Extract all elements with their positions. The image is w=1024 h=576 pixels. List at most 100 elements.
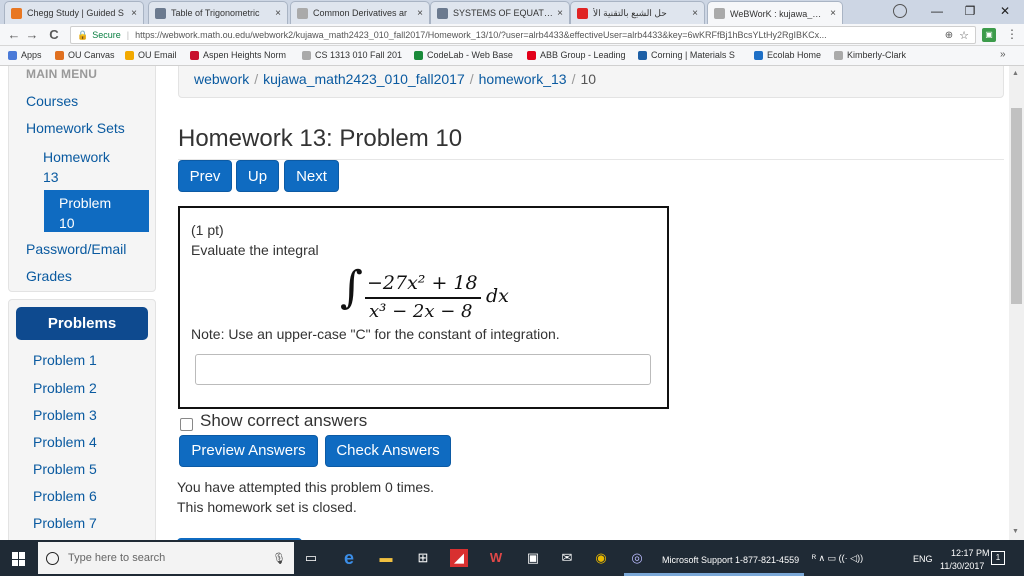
problem-link[interactable]: Problem 2	[33, 380, 97, 396]
system-tray-icons[interactable]: ᴿ ∧ ▭ ((· ◁))	[812, 553, 863, 564]
bookmark-codelab[interactable]: CodeLab - Web Base	[414, 50, 513, 60]
edge-browser-icon[interactable]: e	[340, 549, 358, 567]
media-player-icon[interactable]: ◎	[628, 549, 646, 567]
bookmark-kimberly-clark[interactable]: Kimberly-Clark	[834, 50, 906, 60]
forward-arrow-icon[interactable]: →	[24, 27, 40, 43]
integral-sign: ∫	[340, 262, 363, 313]
mcafee-shield-icon[interactable]: W	[487, 549, 505, 567]
bookmark-apps[interactable]: Apps	[8, 50, 42, 60]
input-language-indicator[interactable]: ENG	[913, 554, 933, 564]
scroll-up-arrow-icon[interactable]: ▲	[1012, 70, 1019, 77]
task-view-icon[interactable]: ▭	[302, 549, 320, 567]
close-tab-icon[interactable]: ×	[131, 8, 137, 19]
red-app-icon[interactable]: ◢	[450, 549, 468, 567]
close-tab-icon[interactable]: ×	[692, 8, 698, 19]
up-button[interactable]: Up	[236, 160, 279, 192]
device-app-icon[interactable]: ▣	[524, 549, 542, 567]
problem-link[interactable]: Problem 4	[33, 434, 97, 450]
bookmark-ou-email[interactable]: OU Email	[125, 50, 177, 60]
zoom-icon[interactable]: ⊕	[945, 30, 953, 41]
breadcrumb-current: 10	[580, 71, 597, 87]
show-correct-answers-checkbox[interactable]	[180, 418, 193, 431]
problem-note: Note: Use an upper-case "C" for the cons…	[191, 326, 560, 342]
menu-link-homework-13[interactable]: Homework 13	[43, 147, 110, 187]
browser-tab-trig-table[interactable]: Table of Trigonometric ×	[148, 1, 288, 24]
close-tab-icon[interactable]: ×	[830, 8, 836, 19]
scroll-down-arrow-icon[interactable]: ▼	[1012, 528, 1019, 535]
menu-link-homework-sets[interactable]: Homework Sets	[26, 120, 125, 136]
clock-time[interactable]: 12:17 PM	[951, 548, 990, 558]
reload-icon[interactable]: C	[46, 27, 62, 43]
menu-link-problem-10-active[interactable]: Problem 10	[44, 190, 149, 232]
check-answers-button[interactable]: Check Answers	[325, 435, 451, 467]
breadcrumb-link-webwork[interactable]: webwork	[194, 71, 249, 87]
menu-link-label: 13	[43, 169, 59, 185]
breadcrumb-separator: /	[469, 71, 474, 87]
bookmark-corning[interactable]: Corning | Materials S	[638, 50, 735, 60]
browser-tab-strip: Chegg Study | Guided S × Table of Trigon…	[0, 0, 1024, 25]
taskbar-active-window-label[interactable]: Microsoft Support 1-877-821-4559	[662, 555, 799, 565]
problem-link[interactable]: Problem 6	[33, 488, 97, 504]
fraction-bar	[365, 297, 481, 299]
store-bag-icon[interactable]: ⊞	[414, 549, 432, 567]
mail-envelope-icon[interactable]: ✉	[558, 549, 576, 567]
office-logo-icon	[125, 50, 134, 60]
bookmark-label: OU Email	[138, 50, 177, 60]
scrollbar-thumb[interactable]	[1011, 108, 1022, 304]
integrand-numerator: −27x² + 18	[367, 272, 478, 294]
bookmark-cs1313[interactable]: CS 1313 010 Fall 201	[302, 50, 402, 60]
microphone-icon[interactable]: 🎙	[272, 552, 286, 565]
browser-tab-systems-of-equations[interactable]: SYSTEMS OF EQUATION ×	[430, 1, 570, 24]
bookmark-label: Apps	[21, 50, 42, 60]
browser-tab-derivatives[interactable]: Common Derivatives ar ×	[290, 1, 430, 24]
answer-input[interactable]	[195, 354, 651, 385]
page-favicon-icon	[155, 7, 166, 19]
minimize-icon[interactable]: —	[922, 2, 952, 20]
browser-toolbar: ← → C 🔒 Secure | https://webwork.math.ou…	[0, 24, 1024, 46]
next-button[interactable]: Next	[284, 160, 339, 192]
extension-icon[interactable]: ▣	[982, 28, 996, 42]
browser-menu-icon[interactable]: ⋮	[1006, 27, 1018, 41]
problem-link[interactable]: Problem 3	[33, 407, 97, 423]
bookmarks-overflow-icon[interactable]: »	[1000, 49, 1006, 60]
bookmark-aspen-heights[interactable]: Aspen Heights Norm	[190, 50, 286, 60]
menu-link-grades[interactable]: Grades	[26, 268, 72, 284]
back-arrow-icon[interactable]: ←	[6, 27, 22, 43]
chrome-browser-icon[interactable]: ◉	[592, 549, 610, 567]
bookmark-abb[interactable]: ABB Group - Leading	[527, 50, 626, 60]
tab-title: Common Derivatives ar	[313, 8, 408, 18]
notification-center-icon[interactable]: 1	[991, 551, 1005, 565]
breadcrumb-separator: /	[254, 71, 259, 87]
browser-tab-youtube[interactable]: حل الشبع بالتقنية الأ ×	[570, 1, 705, 24]
problem-link[interactable]: Problem 5	[33, 461, 97, 477]
problem-link[interactable]: Problem 1	[33, 352, 97, 368]
address-bar[interactable]: 🔒 Secure | https://webwork.math.ou.edu/w…	[70, 26, 976, 44]
close-window-icon[interactable]: ✕	[990, 2, 1020, 20]
browser-tab-webwork[interactable]: WeBWorK : kujawa_mat ×	[707, 1, 843, 25]
bookmark-ou-canvas[interactable]: OU Canvas	[55, 50, 115, 60]
prev-button[interactable]: Prev	[178, 160, 232, 192]
browser-tab-chegg[interactable]: Chegg Study | Guided S ×	[4, 1, 144, 24]
breadcrumb-link-homework[interactable]: homework_13	[479, 71, 567, 87]
clock-date[interactable]: 11/30/2017	[940, 561, 984, 571]
close-tab-icon[interactable]: ×	[275, 8, 281, 19]
chegg-favicon-icon	[11, 7, 22, 19]
windows-start-icon[interactable]	[12, 552, 26, 566]
preview-answers-button[interactable]: Preview Answers	[179, 435, 318, 467]
differential: dx	[486, 285, 509, 307]
url-text[interactable]: https://webwork.math.ou.edu/webwork2/kuj…	[135, 30, 939, 40]
close-tab-icon[interactable]: ×	[417, 8, 423, 19]
menu-link-courses[interactable]: Courses	[26, 93, 78, 109]
file-explorer-icon[interactable]: ▬	[377, 549, 395, 567]
profile-icon[interactable]	[893, 4, 907, 18]
problem-link[interactable]: Problem 7	[33, 515, 97, 531]
menu-link-password-email[interactable]: Password/Email	[26, 241, 126, 257]
show-correct-answers-label[interactable]: Show correct answers	[200, 411, 367, 431]
canvas-logo-icon	[55, 50, 64, 60]
taskbar-search-box[interactable]: Type here to search	[38, 542, 294, 574]
close-tab-icon[interactable]: ×	[557, 8, 563, 19]
bookmark-star-icon[interactable]: ☆	[959, 29, 969, 42]
breadcrumb-link-course[interactable]: kujawa_math2423_010_fall2017	[263, 71, 465, 87]
bookmark-ecolab[interactable]: Ecolab Home	[754, 50, 821, 60]
maximize-icon[interactable]: ❐	[955, 2, 985, 20]
